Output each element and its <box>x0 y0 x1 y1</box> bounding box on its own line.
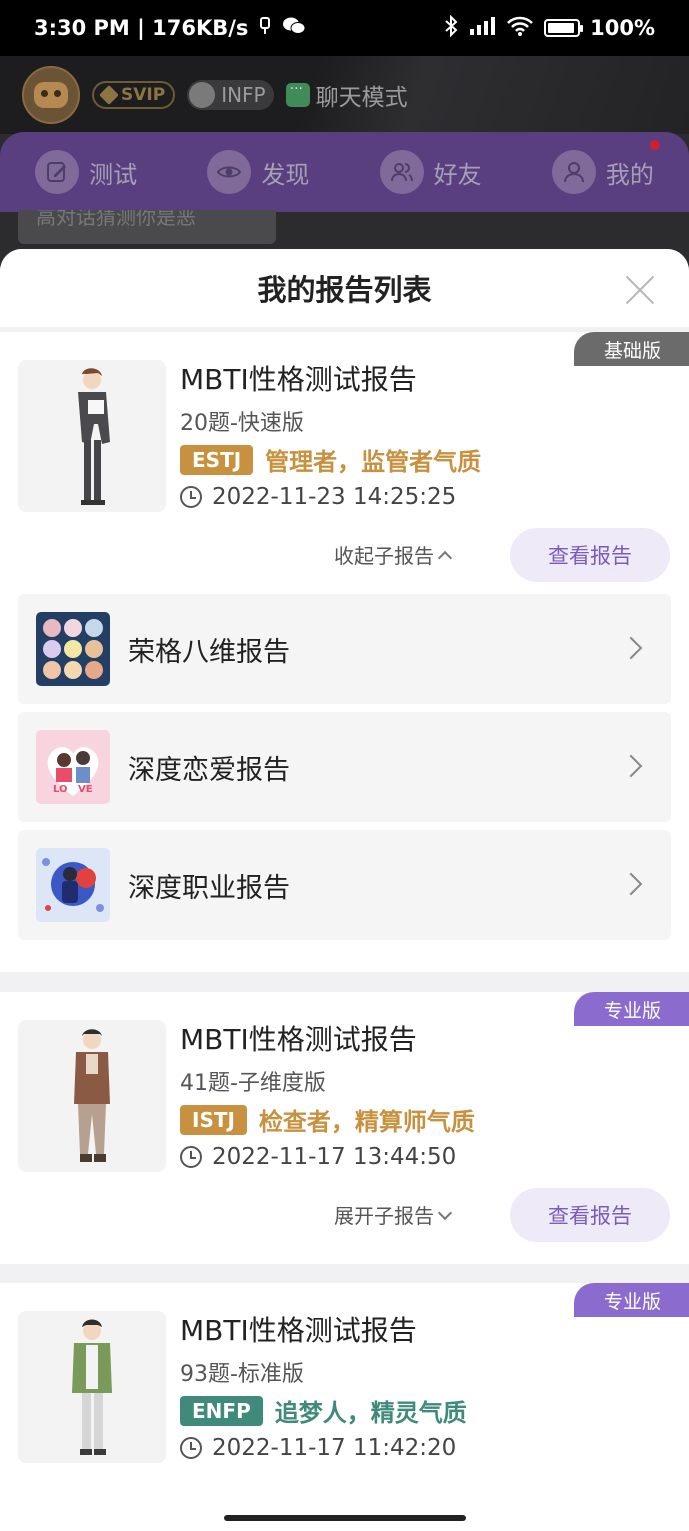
personality-type: ESTJ 管理者，监管者气质 <box>180 442 481 477</box>
collapse-sub-reports-link[interactable]: 收起子报告 <box>334 540 453 569</box>
battery-icon <box>544 19 584 37</box>
chevron-right-icon <box>619 754 643 778</box>
report-list-sheet: 我的报告列表 基础版 MBTI性格测试报告 20题-快速版 ESTJ 管理者，监… <box>0 249 689 1531</box>
notification-dot <box>649 140 660 150</box>
wifi-icon <box>506 15 534 42</box>
report-card: 专业版 MBTI性格测试报告 41题-子维度版 ISTJ 检查者，精算师气质 2… <box>0 992 689 1264</box>
chat-icon <box>285 81 310 107</box>
sub-report-label: 深度职业报告 <box>128 872 290 904</box>
svg-text:VE: VE <box>78 784 93 795</box>
report-thumbnail[interactable] <box>18 1020 166 1172</box>
report-title: MBTI性格测试报告 <box>180 363 417 396</box>
character-illustration <box>74 1029 110 1162</box>
mini-avatar <box>189 82 216 108</box>
sub-report-career[interactable]: 深度职业报告 <box>18 830 671 940</box>
chevron-right-icon <box>619 872 643 896</box>
tab-bar: 测试 发现 好友 我的 <box>0 132 689 212</box>
app-header: SVIP INFP 聊天模式 <box>0 56 689 134</box>
status-bar: 3:30 PM | 176KB/s 100% <box>0 0 689 56</box>
report-thumbnail[interactable] <box>18 1311 166 1463</box>
type-description: 管理者，监管者气质 <box>265 448 482 476</box>
tab-test[interactable]: 测试 <box>35 150 137 194</box>
clock-icon <box>180 1437 202 1459</box>
report-card: 专业版 MBTI性格测试报告 93题-标准版 ENFP 追梦人，精灵气质 202… <box>0 1283 689 1531</box>
usb-icon <box>258 16 272 41</box>
eye-icon <box>207 150 252 194</box>
chevron-right-icon <box>619 636 643 660</box>
type-description: 检查者，精算师气质 <box>258 1108 475 1136</box>
version-tag: 专业版 <box>573 1283 689 1317</box>
sub-report-label: 深度恋爱报告 <box>128 754 290 786</box>
type-badge: ENFP <box>180 1395 263 1426</box>
report-card: 基础版 MBTI性格测试报告 20题-快速版 ESTJ 管理者，监管者气质 20… <box>0 332 689 972</box>
wechat-icon <box>282 16 306 41</box>
avatar[interactable] <box>22 66 80 124</box>
expand-sub-reports-link[interactable]: 展开子报告 <box>334 1200 453 1229</box>
sub-report-jung[interactable]: 荣格八维报告 <box>18 594 671 704</box>
report-datetime: 2022-11-17 13:44:50 <box>180 1144 456 1170</box>
clock-icon <box>180 486 202 508</box>
mbti-badge[interactable]: INFP <box>187 80 274 110</box>
tab-mine[interactable]: 我的 <box>551 140 660 194</box>
bluetooth-icon <box>444 14 458 42</box>
report-subtitle: 93题-标准版 <box>180 1362 304 1387</box>
view-report-button[interactable]: 查看报告 <box>510 1188 670 1242</box>
jung-eight-icon <box>36 612 110 686</box>
edit-icon <box>35 150 80 194</box>
sheet-header: 我的报告列表 <box>0 249 689 327</box>
tab-discover[interactable]: 发现 <box>207 150 309 194</box>
diamond-icon <box>99 85 119 105</box>
sub-report-label: 荣格八维报告 <box>128 636 290 668</box>
version-tag: 专业版 <box>573 992 689 1026</box>
battery-percent: 100% <box>590 16 655 40</box>
report-datetime: 2022-11-17 11:42:20 <box>180 1435 456 1461</box>
type-badge: ISTJ <box>180 1104 247 1135</box>
sheet-title: 我的报告列表 <box>257 273 432 307</box>
chat-mode-button[interactable]: 聊天模式 <box>285 78 408 112</box>
home-indicator[interactable] <box>224 1515 466 1521</box>
svg-text:LO: LO <box>53 784 68 795</box>
character-illustration <box>72 1319 112 1455</box>
user-icon <box>551 150 596 194</box>
sub-report-love[interactable]: LO VE 深度恋爱报告 <box>18 712 671 822</box>
clock-icon <box>180 1146 202 1168</box>
report-title: MBTI性格测试报告 <box>180 1314 417 1347</box>
view-report-button[interactable]: 查看报告 <box>510 528 670 582</box>
character-illustration <box>78 368 110 505</box>
version-tag: 基础版 <box>573 332 689 366</box>
personality-type: ISTJ 检查者，精算师气质 <box>180 1102 475 1137</box>
personality-type: ENFP 追梦人，精灵气质 <box>180 1393 467 1428</box>
report-thumbnail[interactable] <box>18 360 166 512</box>
friends-icon <box>379 150 424 194</box>
report-subtitle: 41题-子维度版 <box>180 1071 326 1096</box>
report-title: MBTI性格测试报告 <box>180 1023 417 1056</box>
career-icon <box>36 848 110 922</box>
close-icon[interactable] <box>625 275 655 305</box>
background-chat-text: 高对话猜测你是恶 <box>18 210 276 244</box>
chevron-up-icon <box>437 550 453 565</box>
signal-icon <box>468 15 496 42</box>
report-datetime: 2022-11-23 14:25:25 <box>180 484 456 510</box>
love-icon: LO VE <box>36 730 110 804</box>
type-badge: ESTJ <box>180 444 254 475</box>
chevron-down-icon <box>437 1205 453 1220</box>
svip-badge[interactable]: SVIP <box>92 81 176 109</box>
tab-friends[interactable]: 好友 <box>379 150 482 194</box>
report-subtitle: 20题-快速版 <box>180 411 304 436</box>
type-description: 追梦人，精灵气质 <box>274 1399 467 1427</box>
status-time: 3:30 PM | 176KB/s <box>34 16 249 40</box>
